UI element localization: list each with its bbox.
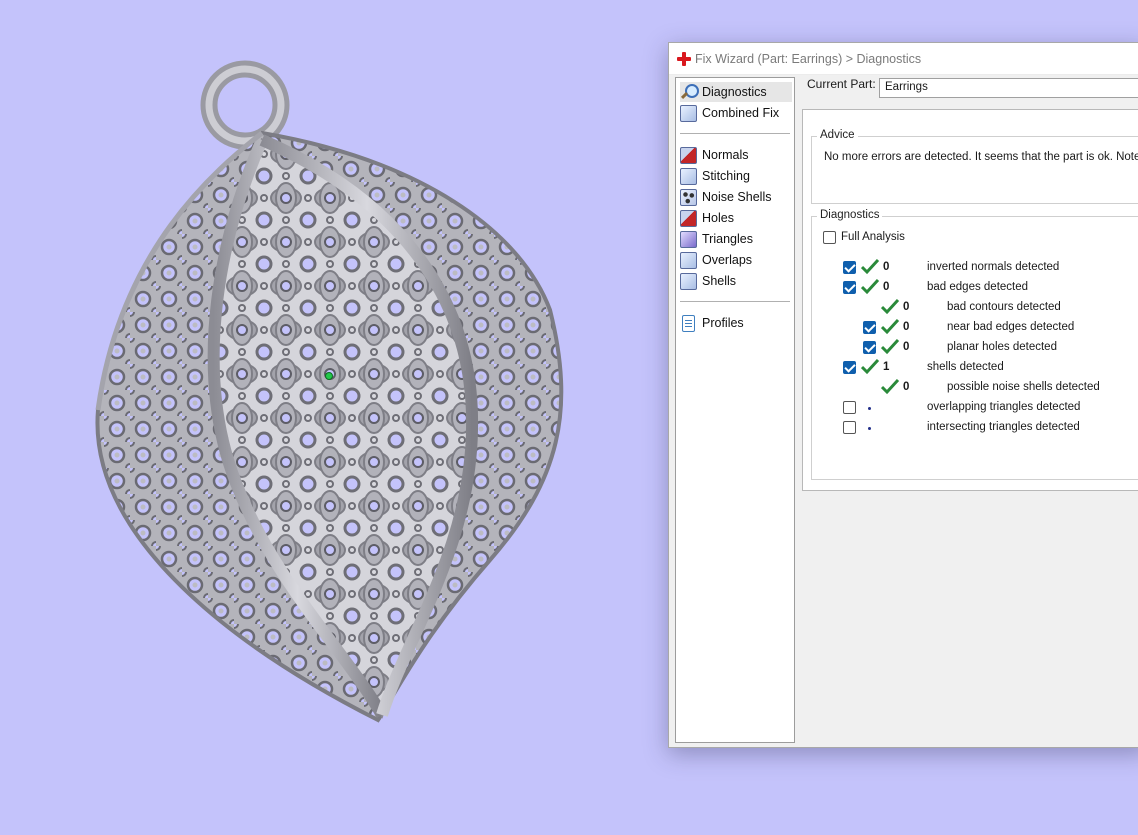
bad-contours-label: bad contours detected xyxy=(947,301,1061,313)
cube-icon xyxy=(680,104,697,122)
magnifier-icon xyxy=(680,83,699,101)
overlapping-triangles-checkbox[interactable] xyxy=(843,401,856,414)
title-bar[interactable]: Fix Wizard (Part: Earrings) > Diagnostic… xyxy=(669,43,1138,75)
planar-holes-checkbox[interactable] xyxy=(863,341,876,354)
normals-cube-icon xyxy=(680,146,697,164)
nav-item-overlaps[interactable]: Overlaps xyxy=(680,250,792,270)
shells-cube-icon xyxy=(680,272,697,290)
bad-contours-count: 0 xyxy=(903,301,910,313)
noise-shells-icon xyxy=(680,188,697,206)
holes-cube-icon xyxy=(680,209,697,227)
3d-viewport[interactable] xyxy=(0,0,668,835)
advice-text: No more errors are detected. It seems th… xyxy=(824,151,1138,163)
near-bad-edges-count: 0 xyxy=(903,321,910,333)
green-check-icon xyxy=(861,359,879,375)
green-check-icon xyxy=(881,339,899,355)
nav-item-shells[interactable]: Shells xyxy=(680,271,792,291)
green-check-icon xyxy=(881,379,899,395)
nav-item-noise-shells[interactable]: Noise Shells xyxy=(680,187,792,207)
current-part-label: Current Part: xyxy=(807,77,876,91)
fix-wizard-dialog: Fix Wizard (Part: Earrings) > Diagnostic… xyxy=(668,42,1138,748)
pending-dot-icon xyxy=(868,427,871,430)
nav-item-diagnostics[interactable]: Diagnostics xyxy=(680,82,792,102)
advice-title: Advice xyxy=(817,129,858,141)
full-analysis-label: Full Analysis xyxy=(841,231,905,243)
intersecting-triangles-label: intersecting triangles detected xyxy=(927,421,1080,433)
near-bad-edges-checkbox[interactable] xyxy=(863,321,876,334)
planar-holes-label: planar holes detected xyxy=(947,341,1057,353)
noise-shells-count: 0 xyxy=(903,381,910,393)
noise-shells-label: possible noise shells detected xyxy=(947,381,1100,393)
nav-item-combined-fix[interactable]: Combined Fix xyxy=(680,103,792,123)
bad-edges-checkbox[interactable] xyxy=(843,281,856,294)
bad-edges-count: 0 xyxy=(883,281,890,293)
green-check-icon xyxy=(881,319,899,335)
red-plus-icon xyxy=(677,51,691,66)
inverted-normals-checkbox[interactable] xyxy=(843,261,856,274)
green-check-icon xyxy=(861,279,879,295)
window-title: Fix Wizard (Part: Earrings) > Diagnostic… xyxy=(695,51,922,66)
nav-divider xyxy=(680,301,790,302)
full-analysis-checkbox[interactable] xyxy=(823,231,836,244)
diagnostics-title: Diagnostics xyxy=(817,209,883,221)
near-bad-edges-label: near bad edges detected xyxy=(947,321,1075,333)
nav-item-profiles[interactable]: Profiles xyxy=(680,313,792,333)
nav-divider xyxy=(680,133,790,134)
intersecting-triangles-checkbox[interactable] xyxy=(843,421,856,434)
nav-item-stitching[interactable]: Stitching xyxy=(680,166,792,186)
overlapping-triangles-label: overlapping triangles detected xyxy=(927,401,1081,413)
green-check-icon xyxy=(861,259,879,275)
planar-holes-count: 0 xyxy=(903,341,910,353)
nav-item-holes[interactable]: Holes xyxy=(680,208,792,228)
nav-item-normals[interactable]: Normals xyxy=(680,145,792,165)
earring-pendant-model[interactable] xyxy=(0,0,668,835)
green-check-icon xyxy=(881,299,899,315)
inverted-normals-count: 0 xyxy=(883,261,890,273)
nav-item-triangles[interactable]: Triangles xyxy=(680,229,792,249)
inverted-normals-label: inverted normals detected xyxy=(927,261,1060,273)
shells-count: 1 xyxy=(883,361,890,373)
diagnostics-group: Diagnostics Full Analysis 0 inverted nor… xyxy=(811,209,1138,480)
overlaps-cube-icon xyxy=(680,251,697,269)
advice-group: Advice No more errors are detected. It s… xyxy=(811,129,1138,204)
bad-edges-label: bad edges detected xyxy=(927,281,1029,293)
pending-dot-icon xyxy=(868,407,871,410)
triangles-cube-icon xyxy=(680,230,697,248)
diagnostics-panel: Advice No more errors are detected. It s… xyxy=(802,109,1138,491)
shells-checkbox[interactable] xyxy=(843,361,856,374)
pick-point-marker xyxy=(325,372,333,380)
document-icon xyxy=(682,314,695,332)
stitching-cube-icon xyxy=(680,167,697,185)
shells-label: shells detected xyxy=(927,361,1004,373)
wizard-navigation: Diagnostics Combined Fix Normals Stitchi… xyxy=(675,77,795,743)
current-part-field[interactable]: Earrings xyxy=(879,78,1138,98)
